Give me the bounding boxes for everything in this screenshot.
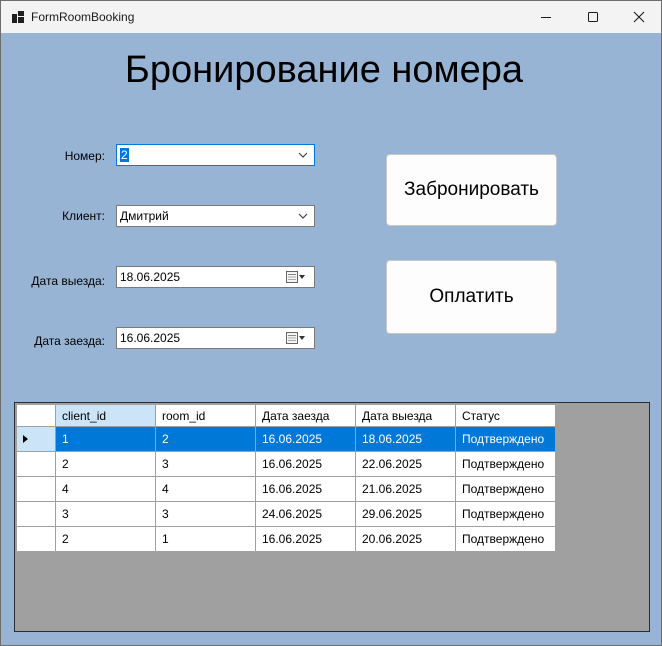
chevron-down-icon xyxy=(298,213,308,219)
calendar-icon[interactable] xyxy=(286,332,306,344)
calendar-icon[interactable] xyxy=(286,271,306,283)
client-combobox[interactable]: Дмитрий xyxy=(116,205,315,227)
column-header-checkin[interactable]: Дата заезда xyxy=(255,404,356,427)
table-cell[interactable]: Подтверждено xyxy=(455,476,556,502)
table-cell[interactable]: 16.06.2025 xyxy=(255,476,356,502)
table-cell[interactable]: 18.06.2025 xyxy=(355,426,456,452)
client-value: Дмитрий xyxy=(120,209,169,223)
table-cell[interactable]: 21.06.2025 xyxy=(355,476,456,502)
row-header[interactable] xyxy=(16,451,56,477)
table-cell[interactable]: 22.06.2025 xyxy=(355,451,456,477)
table-cell[interactable]: 3 xyxy=(155,451,256,477)
table-cell[interactable]: 4 xyxy=(55,476,156,502)
close-button[interactable] xyxy=(616,1,662,33)
app-icon xyxy=(12,11,24,23)
room-combobox[interactable]: 2 xyxy=(116,144,315,166)
book-button[interactable]: Забронировать xyxy=(386,154,557,226)
table-cell[interactable]: 29.06.2025 xyxy=(355,501,456,527)
chevron-down-icon xyxy=(298,152,308,158)
table-cell[interactable]: 20.06.2025 xyxy=(355,526,456,552)
form-room-booking-window: FormRoomBooking Бронирование номера Номе… xyxy=(0,0,662,646)
close-icon xyxy=(633,11,645,23)
pay-button[interactable]: Оплатить xyxy=(386,260,557,334)
table-cell[interactable]: 2 xyxy=(155,426,256,452)
checkin-value: 16.06.2025 xyxy=(120,331,181,345)
checkout-datepicker[interactable]: 18.06.2025 xyxy=(116,266,315,288)
row-header[interactable] xyxy=(16,501,56,527)
row-header[interactable] xyxy=(16,526,56,552)
column-header-client-id[interactable]: client_id xyxy=(55,404,156,427)
corner-header[interactable] xyxy=(16,404,56,427)
page-title: Бронирование номера xyxy=(124,49,524,91)
table-cell[interactable]: 3 xyxy=(55,501,156,527)
checkin-datepicker[interactable]: 16.06.2025 xyxy=(116,327,315,349)
maximize-icon xyxy=(588,12,598,22)
table-cell[interactable]: Подтверждено xyxy=(455,501,556,527)
checkin-label: Дата заезда: xyxy=(34,334,105,348)
table-cell[interactable]: 3 xyxy=(155,501,256,527)
table-cell[interactable]: 16.06.2025 xyxy=(255,451,356,477)
checkout-label: Дата выезда: xyxy=(31,274,105,288)
table-cell[interactable]: Подтверждено xyxy=(455,526,556,552)
header-row: client_id room_id Дата заезда Дата выезд… xyxy=(16,404,556,427)
window-title: FormRoomBooking xyxy=(31,10,135,24)
bookings-table: client_id room_id Дата заезда Дата выезд… xyxy=(16,404,556,552)
table-cell[interactable]: 24.06.2025 xyxy=(255,501,356,527)
table-cell[interactable]: 1 xyxy=(155,526,256,552)
table-row[interactable]: 2 1 16.06.2025 20.06.2025 Подтверждено xyxy=(16,526,556,552)
column-header-checkout[interactable]: Дата выезда xyxy=(355,404,456,427)
row-header[interactable] xyxy=(16,476,56,502)
maximize-button[interactable] xyxy=(570,1,616,33)
checkout-value: 18.06.2025 xyxy=(120,270,181,284)
column-header-status[interactable]: Статус xyxy=(455,404,556,427)
column-header-room-id[interactable]: room_id xyxy=(155,404,256,427)
table-cell[interactable]: 4 xyxy=(155,476,256,502)
client-label: Клиент: xyxy=(62,209,105,223)
table-cell[interactable]: Подтверждено xyxy=(455,426,556,452)
room-value: 2 xyxy=(120,148,129,162)
table-row[interactable]: 2 3 16.06.2025 22.06.2025 Подтверждено xyxy=(16,451,556,477)
current-row-arrow-icon xyxy=(23,435,28,443)
row-header[interactable] xyxy=(16,426,56,452)
table-row[interactable]: 3 3 24.06.2025 29.06.2025 Подтверждено xyxy=(16,501,556,527)
table-cell[interactable]: 16.06.2025 xyxy=(255,526,356,552)
minimize-icon xyxy=(541,17,551,18)
minimize-button[interactable] xyxy=(523,1,569,33)
table-row[interactable]: 1 2 16.06.2025 18.06.2025 Подтверждено xyxy=(16,426,556,452)
table-cell[interactable]: Подтверждено xyxy=(455,451,556,477)
table-cell[interactable]: 1 xyxy=(55,426,156,452)
table-cell[interactable]: 16.06.2025 xyxy=(255,426,356,452)
bookings-grid[interactable]: client_id room_id Дата заезда Дата выезд… xyxy=(14,402,650,632)
table-row[interactable]: 4 4 16.06.2025 21.06.2025 Подтверждено xyxy=(16,476,556,502)
table-cell[interactable]: 2 xyxy=(55,451,156,477)
table-cell[interactable]: 2 xyxy=(55,526,156,552)
room-label: Номер: xyxy=(64,149,105,163)
title-bar[interactable]: FormRoomBooking xyxy=(1,1,661,33)
